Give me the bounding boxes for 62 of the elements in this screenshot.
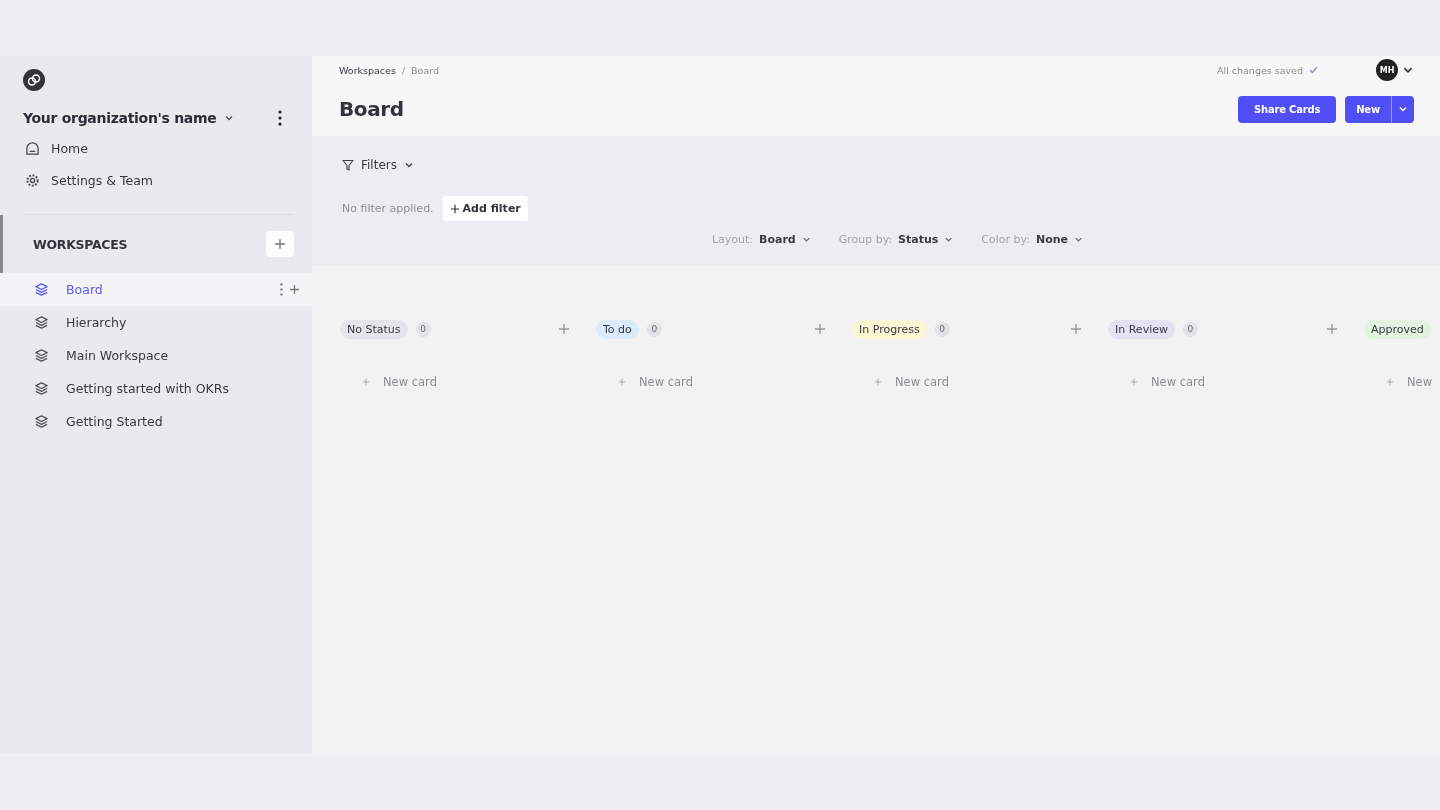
home-icon — [25, 140, 40, 156]
chevron-down-icon — [224, 113, 235, 123]
filters-dropdown[interactable]: Filters — [342, 156, 1413, 174]
breadcrumb-separator: / — [401, 64, 406, 76]
chevron-down-icon — [1398, 104, 1408, 114]
layers-icon — [34, 381, 49, 396]
plus-icon — [814, 322, 826, 335]
settings-icon — [25, 172, 40, 188]
nav-link[interactable]: Home — [51, 140, 88, 156]
share-button[interactable]: Share Cards — [1238, 95, 1337, 123]
count-badge: 0 — [415, 321, 431, 337]
add-workspace-button[interactable] — [266, 231, 294, 257]
count-badge: 0 — [934, 321, 950, 337]
status-tag: No Status — [340, 319, 408, 339]
plus-icon — [1130, 378, 1138, 386]
workspace-item[interactable]: Getting started with OKRs — [0, 372, 312, 405]
plus-icon — [558, 322, 570, 335]
page-title: Board — [339, 97, 404, 121]
more-icon[interactable] — [278, 110, 282, 126]
view-option-dropdown[interactable]: Color by: None — [981, 233, 1084, 246]
layers-icon — [34, 315, 49, 330]
status-tag: In Progress — [852, 319, 927, 339]
chevron-down-icon — [1074, 235, 1084, 244]
breadcrumb-link[interactable]: Workspaces — [339, 64, 396, 76]
plus-icon — [1386, 378, 1394, 386]
nav-link[interactable]: Settings & Team — [51, 172, 153, 188]
count-badge: 0 — [646, 321, 662, 337]
status-tag: Approved — [1364, 319, 1431, 339]
layers-icon — [34, 348, 49, 363]
plus-icon — [874, 378, 882, 386]
filter-icon — [342, 159, 354, 171]
chevron-down-icon — [801, 235, 811, 244]
plus-icon — [1070, 322, 1082, 335]
new-button[interactable]: New — [1345, 95, 1391, 123]
status-tag: To do — [596, 319, 639, 339]
workspace-item[interactable]: Board — [0, 273, 312, 306]
plus-icon — [274, 238, 286, 250]
workspace-item[interactable]: Getting Started — [0, 405, 312, 438]
count-badge: 0 — [1182, 321, 1198, 337]
workspace-item[interactable]: Hierarchy — [0, 306, 312, 339]
layers-icon — [34, 282, 49, 297]
chevron-down-icon — [944, 235, 954, 244]
view-option-dropdown[interactable]: Group by: Status — [838, 233, 954, 246]
plus-icon — [449, 203, 460, 214]
view-option-dropdown[interactable]: Layout: Board — [711, 233, 811, 246]
organization-name[interactable]: Your organization's name — [23, 110, 217, 126]
chevron-down-icon — [404, 160, 414, 170]
check-icon — [1309, 66, 1318, 74]
no-filter-text: No filter applied. — [342, 202, 434, 215]
layers-icon — [34, 414, 49, 429]
section-title: WORKSPACES — [33, 236, 128, 252]
logo-icon — [23, 69, 45, 91]
user-avatar[interactable]: MH — [1376, 59, 1398, 81]
workspace-item[interactable]: Main Workspace — [0, 339, 312, 372]
plus-icon — [289, 284, 300, 295]
save-status: All changes saved — [1217, 64, 1303, 76]
status-tag: In Review — [1108, 319, 1175, 339]
plus-icon — [618, 378, 626, 386]
plus-icon — [1326, 322, 1338, 335]
new-menu-button[interactable] — [1391, 95, 1414, 123]
add-filter-button[interactable]: Add filter — [442, 196, 528, 221]
plus-icon — [362, 378, 370, 386]
